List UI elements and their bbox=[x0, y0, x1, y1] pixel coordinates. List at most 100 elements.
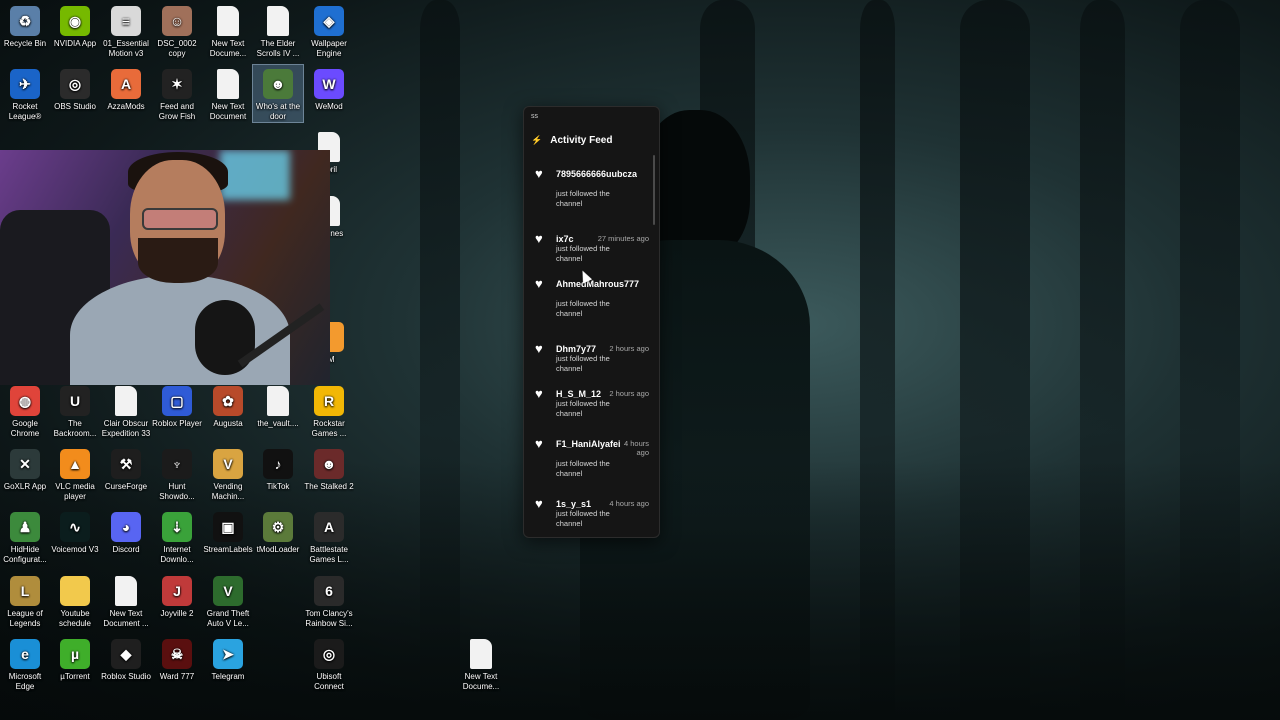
feed-entry-username: Dhm7y77 bbox=[556, 344, 597, 354]
desktop-icon[interactable]: ▲ VLC media player bbox=[50, 445, 100, 502]
desktop-icon-label: New Text Docume... bbox=[209, 39, 247, 58]
desktop-icon[interactable]: ◍ Google Chrome bbox=[0, 382, 50, 439]
desktop-icon[interactable]: ☠ Ward 777 bbox=[152, 635, 202, 682]
desktop-icon[interactable]: The Elder Scrolls IV ... bbox=[253, 2, 303, 59]
desktop-icon[interactable]: ◉ NVIDIA App bbox=[50, 2, 100, 49]
gta-icon: V bbox=[213, 576, 243, 606]
desktop-icon[interactable]: ≡ 01_Essential Motion v3 bbox=[101, 2, 151, 59]
desktop-icon-label: Rocket League® bbox=[8, 102, 42, 121]
desktop-icon[interactable]: New Text Docume... bbox=[203, 2, 253, 59]
discord-icon: ◕ bbox=[111, 512, 141, 542]
desktop-icon[interactable]: ◎ OBS Studio bbox=[50, 65, 100, 112]
desktop-icon-label: Ubisoft Connect bbox=[314, 672, 344, 691]
desktop-icon[interactable]: V Grand Theft Auto V Le... bbox=[203, 572, 253, 629]
feed-entry-time: 27 minutes ago bbox=[597, 234, 649, 243]
desktop-icon-label: Clair Obscur Expedition 33 bbox=[101, 419, 151, 438]
desktop-icon[interactable]: e Microsoft Edge bbox=[0, 635, 50, 692]
desktop-icon-label: Roblox Player bbox=[152, 419, 202, 428]
idm-icon: ⇣ bbox=[162, 512, 192, 542]
game-icon: V bbox=[213, 449, 243, 479]
desktop-icon[interactable]: ♆ Hunt Showdo... bbox=[152, 445, 202, 502]
desktop-icon[interactable]: L League of Legends bbox=[0, 572, 50, 629]
feed-header: ⚡ Activity Feed bbox=[524, 127, 659, 153]
goxlr-icon: ✕ bbox=[10, 449, 40, 479]
desktop-icon[interactable]: ▢ Roblox Player bbox=[152, 382, 202, 429]
desktop-icon[interactable]: New Text Document bbox=[203, 65, 253, 122]
desktop-icon-label: Wallpaper Engine bbox=[311, 39, 347, 58]
desktop-icon[interactable]: U The Backroom... bbox=[50, 382, 100, 439]
desktop-icon-label: StreamLabels bbox=[203, 545, 253, 554]
feed-entry-time: 2 hours ago bbox=[609, 344, 649, 353]
text-file-icon bbox=[115, 386, 137, 416]
desktop-icon[interactable]: Youtube schedule bbox=[50, 572, 100, 629]
roblox-icon: ▢ bbox=[162, 386, 192, 416]
hidhide-icon: ♟ bbox=[10, 512, 40, 542]
feed-entry-username: 1s_y_s1 bbox=[556, 499, 592, 509]
desktop-icon[interactable]: ♪ TikTok bbox=[253, 445, 303, 492]
desktop-icon-label: VLC media player bbox=[55, 482, 95, 501]
desktop-icon[interactable]: ✿ Augusta bbox=[203, 382, 253, 429]
desktop-icon[interactable]: µ µTorrent bbox=[50, 635, 100, 682]
lightning-icon: ⚡ bbox=[531, 134, 543, 145]
feed-title: Activity Feed bbox=[550, 134, 613, 146]
desktop-icon[interactable]: ◈ Wallpaper Engine bbox=[304, 2, 354, 59]
desktop-icon-label: The Stalked 2 bbox=[304, 482, 354, 491]
desktop-icon-label: µTorrent bbox=[60, 672, 90, 681]
game-icon: ☠ bbox=[162, 639, 192, 669]
desktop-icon[interactable]: ◆ Roblox Studio bbox=[101, 635, 151, 682]
feed-scrollbar[interactable] bbox=[653, 155, 655, 225]
desktop-icon[interactable]: ♟ HidHide Configurat... bbox=[0, 508, 50, 565]
desktop-icon[interactable]: ♻ Recycle Bin bbox=[0, 2, 50, 49]
desktop-icon[interactable]: A AzzaMods bbox=[101, 65, 151, 112]
desktop-icon-label: Tom Clancy's Rainbow Si... bbox=[305, 609, 353, 628]
desktop-icon[interactable]: ➤ Telegram bbox=[203, 635, 253, 682]
feed-entry-message: just followed the channel bbox=[556, 459, 610, 478]
desktop-icon-label: Who's at the door bbox=[255, 102, 301, 121]
desktop-icon[interactable]: ☺ DSC_0002 copy bbox=[152, 2, 202, 59]
battlestate-icon: A bbox=[314, 512, 344, 542]
feed-top-label: ss bbox=[531, 113, 538, 120]
feed-entry-message: just followed the channel bbox=[556, 399, 610, 418]
text-file-icon bbox=[217, 6, 239, 36]
desktop-icon[interactable]: ⇣ Internet Downlo... bbox=[152, 508, 202, 565]
tiktok-icon: ♪ bbox=[263, 449, 293, 479]
feed-entry-username: 7895666666uubcza bbox=[556, 169, 638, 179]
desktop-icon[interactable]: ✕ GoXLR App bbox=[0, 445, 50, 492]
desktop-icon[interactable]: J Joyville 2 bbox=[152, 572, 202, 619]
desktop-icon[interactable]: ⚙ tModLoader bbox=[253, 508, 303, 555]
desktop-icon[interactable]: ✶ Feed and Grow Fish bbox=[152, 65, 202, 122]
desktop-icon[interactable]: ☻ Who's at the door bbox=[252, 64, 304, 123]
feed-entry-username: ix7c bbox=[556, 234, 574, 244]
desktop-icon[interactable]: ∿ Voicemod V3 bbox=[50, 508, 100, 555]
feed-entry-message: just followed the channel bbox=[556, 244, 610, 263]
desktop-icon-label: GoXLR App bbox=[3, 482, 47, 491]
desktop-icon[interactable]: Clair Obscur Expedition 33 bbox=[101, 382, 151, 439]
desktop-icon[interactable]: 6 Tom Clancy's Rainbow Si... bbox=[304, 572, 354, 629]
desktop-icon[interactable]: A Battlestate Games L... bbox=[304, 508, 354, 565]
game-icon: ✿ bbox=[213, 386, 243, 416]
text-file-icon bbox=[470, 639, 492, 669]
desktop-icon[interactable]: ◎ Ubisoft Connect bbox=[304, 635, 354, 692]
desktop-icon[interactable]: the_vault.... bbox=[253, 382, 303, 429]
activity-feed-panel[interactable]: ss ⚡ Activity Feed ♥ 7895666666uubcza just… bbox=[523, 106, 660, 538]
roblox-studio-icon: ◆ bbox=[111, 639, 141, 669]
curseforge-icon: ⚒ bbox=[111, 449, 141, 479]
desktop-icon[interactable]: New Text Document ... bbox=[101, 572, 151, 629]
chrome-icon: ◍ bbox=[10, 386, 40, 416]
desktop-icon-label: NVIDIA App bbox=[53, 39, 97, 48]
rocket-league-icon: ✈ bbox=[10, 69, 40, 99]
desktop-icon[interactable]: W WeMod bbox=[304, 65, 354, 112]
desktop-icon[interactable]: ⚒ CurseForge bbox=[101, 445, 151, 492]
desktop-icon[interactable]: ◕ Discord bbox=[101, 508, 151, 555]
desktop-icon-label: Grand Theft Auto V Le... bbox=[206, 609, 250, 628]
desktop-icon[interactable]: ☻ The Stalked 2 bbox=[304, 445, 354, 492]
desktop-icon[interactable]: New Text Docume... bbox=[456, 635, 506, 692]
desktop-icon[interactable]: V Vending Machin... bbox=[203, 445, 253, 502]
game-icon: ☻ bbox=[314, 449, 344, 479]
telegram-icon: ➤ bbox=[213, 639, 243, 669]
desktop-icon-label: Hunt Showdo... bbox=[159, 482, 195, 501]
recycle-bin-icon: ♻ bbox=[10, 6, 40, 36]
desktop-icon[interactable]: R Rockstar Games ... bbox=[304, 382, 354, 439]
desktop-icon[interactable]: ✈ Rocket League® bbox=[0, 65, 50, 122]
desktop-icon[interactable]: ▣ StreamLabels bbox=[203, 508, 253, 555]
